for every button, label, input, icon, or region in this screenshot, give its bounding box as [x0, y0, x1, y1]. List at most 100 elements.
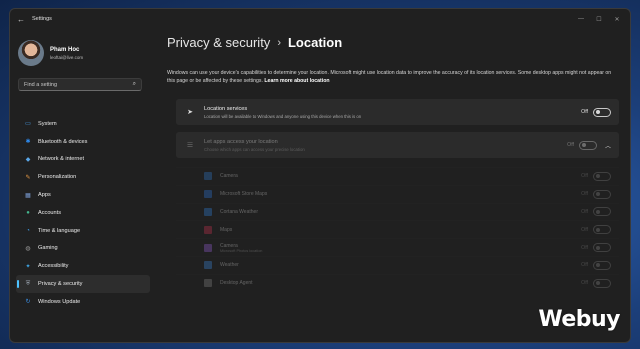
sidebar-item-label: Time & language	[38, 227, 81, 234]
apps-icon: ▦	[25, 192, 31, 199]
sidebar-item-label: Bluetooth & devices	[38, 138, 88, 145]
app-icon	[204, 190, 212, 199]
window-controls: — ☐ ✕	[572, 9, 626, 29]
shield-icon: ⛨	[25, 280, 31, 287]
accessibility-icon: ✦	[25, 263, 31, 270]
app-access-title: Let apps access your location	[204, 138, 278, 145]
sidebar-item-accessibility[interactable]: ✦ Accessibility	[16, 257, 150, 275]
watermark-logo: Webuy	[538, 307, 620, 332]
arrow-left-icon: ←	[17, 14, 25, 24]
close-icon[interactable]: ✕	[608, 9, 626, 29]
search-input[interactable]	[24, 81, 133, 88]
sidebar-item-privacy-security[interactable]: ⛨ Privacy & security	[16, 275, 150, 293]
profile-email: leoftai@live.com	[50, 54, 84, 60]
sidebar-item-time-language[interactable]: ◔ Time & language	[16, 222, 150, 240]
app-toggle[interactable]	[593, 207, 611, 217]
list-item: Cortana Weather Off	[176, 202, 619, 221]
sidebar-item-bluetooth-devices[interactable]: ✱ Bluetooth & devices	[16, 133, 150, 151]
app-toggle[interactable]	[593, 225, 611, 235]
app-name: Camera	[220, 173, 238, 180]
location-services-toggle[interactable]	[593, 107, 611, 117]
list-item: Microsoft Store Maps Off	[176, 184, 619, 203]
sidebar: Pham Hoc leoftai@live.com ⌕ ▭ System ✱ Blue…	[10, 29, 152, 342]
app-icon	[204, 207, 212, 216]
page-title: Location	[287, 35, 343, 50]
list-item: Maps Off	[176, 220, 619, 238]
app-name: Weather	[220, 262, 239, 269]
minimize-icon[interactable]: —	[572, 9, 590, 29]
sidebar-item-apps[interactable]: ▦ Apps	[16, 186, 150, 204]
app-access-subtitle: Choose which apps can access your precis…	[204, 146, 305, 152]
app-toggle[interactable]	[593, 260, 611, 270]
sidebar-item-label: Personalization	[38, 174, 77, 181]
back-button[interactable]: ←	[10, 9, 32, 29]
sidebar-item-network-internet[interactable]: ◆ Network & internet	[16, 151, 150, 169]
sidebar-item-label: Accessibility	[38, 263, 69, 270]
settings-window: ← Settings — ☐ ✕ Pham Hoc leoftai@live.c…	[9, 8, 631, 343]
app-name: Maps	[220, 226, 233, 233]
sidebar-item-system[interactable]: ▭ System	[16, 115, 150, 133]
person-icon: ●	[26, 209, 30, 216]
page-description: Windows can use your device's capabiliti…	[167, 69, 612, 85]
app-icon	[204, 225, 212, 234]
app-toggle-state: Off	[581, 280, 588, 287]
list-item: Camera Off	[176, 167, 619, 185]
app-list: Camera Off Microsoft Store Maps Off Cortana …	[176, 167, 619, 292]
user-profile[interactable]: Pham Hoc leoftai@live.com	[18, 40, 83, 66]
sidebar-item-accounts[interactable]: ● Accounts	[16, 204, 150, 222]
window-title: Settings	[32, 16, 52, 22]
app-access-card[interactable]: ☰ Let apps access your location Choose w…	[176, 132, 619, 158]
list-item: Weather Off	[176, 255, 619, 274]
sidebar-item-label: Accounts	[38, 209, 62, 216]
sidebar-item-label: Network & internet	[38, 156, 85, 163]
app-icon	[204, 261, 212, 270]
search-box[interactable]: ⌕	[18, 78, 142, 91]
wifi-icon: ◆	[25, 156, 31, 163]
sidebar-item-label: Windows Update	[38, 298, 81, 305]
chevron-up-icon[interactable]: ︿	[605, 141, 611, 150]
app-name: Cortana Weather	[220, 208, 258, 215]
sidebar-item-label: Gaming	[38, 245, 58, 252]
list-item: Camera Microsoft Photos location Off	[176, 238, 619, 256]
location-services-title: Location services	[204, 105, 248, 112]
app-subtitle: Microsoft Photos location	[220, 248, 263, 253]
description-text: Windows can use your device's capabiliti…	[167, 70, 612, 84]
app-toggle-state: Off	[581, 208, 588, 215]
learn-more-link[interactable]: Learn more about location	[264, 78, 329, 84]
avatar	[18, 40, 44, 66]
app-name: Microsoft Store Maps	[220, 191, 268, 198]
sidebar-item-label: Privacy & security	[38, 281, 83, 288]
app-toggle[interactable]	[593, 243, 611, 253]
monitor-icon: ▭	[25, 121, 31, 128]
brush-icon: ✎	[25, 174, 31, 181]
title-bar: ← Settings — ☐ ✕	[10, 9, 630, 29]
search-icon[interactable]: ⌕	[133, 81, 136, 88]
list-item: Desktop Agent Off	[176, 273, 619, 292]
gamepad-icon: ◍	[25, 245, 31, 252]
app-toggle[interactable]	[593, 278, 611, 288]
app-icon	[204, 172, 212, 181]
sidebar-nav: ▭ System ✱ Bluetooth & devices ◆ Network & in…	[16, 115, 150, 311]
chevron-right-icon: ›	[277, 36, 281, 49]
sidebar-item-gaming[interactable]: ◍ Gaming	[16, 240, 150, 258]
maximize-icon[interactable]: ☐	[590, 9, 608, 29]
app-access-toggle[interactable]	[578, 140, 597, 150]
sidebar-item-label: System	[38, 120, 57, 127]
location-services-subtitle: Location will be available to Windows an…	[204, 113, 362, 119]
sidebar-item-windows-update[interactable]: ↻ Windows Update	[16, 293, 150, 311]
app-access-state: Off	[567, 142, 574, 148]
sidebar-item-personalization[interactable]: ✎ Personalization	[16, 168, 150, 186]
app-name: Desktop Agent	[220, 280, 253, 287]
profile-name: Pham Hoc	[50, 46, 80, 53]
app-toggle-state: Off	[581, 244, 588, 251]
breadcrumb-parent[interactable]: Privacy & security	[167, 35, 270, 50]
list-icon: ☰	[186, 142, 194, 149]
location-services-card[interactable]: ➤ Location services Location will be ava…	[176, 99, 619, 125]
app-icon	[204, 243, 212, 252]
sidebar-item-label: Apps	[38, 192, 51, 199]
location-arrow-icon: ➤	[187, 109, 193, 116]
update-icon: ↻	[25, 299, 31, 306]
app-toggle[interactable]	[593, 189, 611, 199]
app-toggle-state: Off	[581, 226, 588, 233]
app-toggle[interactable]	[593, 171, 611, 181]
